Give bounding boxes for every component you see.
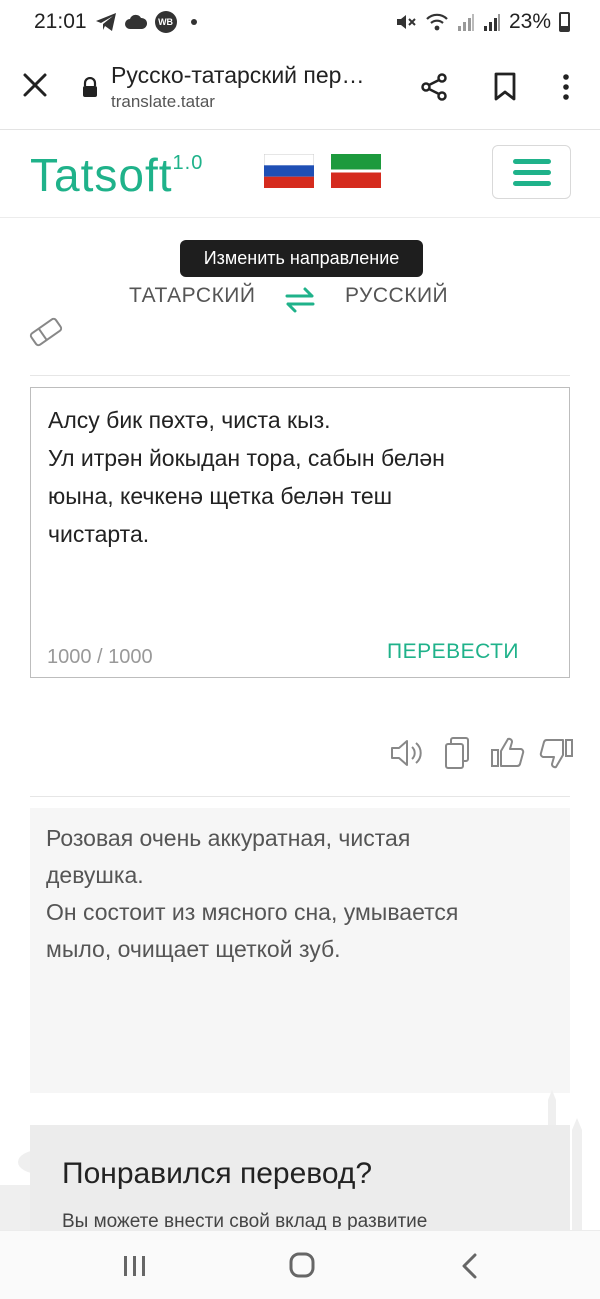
tatsoft-logo[interactable]: Tatsoft1.0 xyxy=(30,148,203,202)
swap-tooltip: Изменить направление xyxy=(180,240,423,277)
thumbs-up-icon[interactable] xyxy=(490,736,526,770)
bookmark-icon[interactable] xyxy=(492,72,518,102)
thumbs-down-icon[interactable] xyxy=(538,736,574,770)
system-nav-bar xyxy=(0,1230,600,1299)
russia-flag[interactable] xyxy=(264,154,314,188)
dot-icon xyxy=(190,19,197,25)
home-icon[interactable] xyxy=(282,1251,322,1281)
output-actions xyxy=(388,736,574,770)
wb-icon: WB xyxy=(154,11,177,33)
wifi-icon xyxy=(426,13,448,31)
signal-icon xyxy=(483,14,500,31)
signal-icon xyxy=(457,14,474,31)
char-counter: 1000 / 1000 xyxy=(47,646,153,668)
battery-level: 23% xyxy=(508,10,551,33)
source-text[interactable]: Алсу бик пөхтә, чиста кыз. Ул итрән йокы… xyxy=(48,401,558,553)
target-language[interactable]: РУССКИЙ xyxy=(345,284,448,308)
speaker-icon[interactable] xyxy=(388,736,424,770)
telegram-icon xyxy=(95,13,116,31)
feedback-promo: Понравился перевод? Вы можете внести сво… xyxy=(30,1125,570,1235)
divider xyxy=(30,796,570,797)
translate-button[interactable]: ПЕРЕВЕСТИ xyxy=(387,640,519,664)
source-language[interactable]: ТАТАРСКИЙ xyxy=(129,284,256,308)
hamburger-icon xyxy=(512,158,551,164)
translation-output: Розовая очень аккуратная, чистая девушка… xyxy=(30,808,570,1093)
logo-version: 1.0 xyxy=(172,152,204,174)
tatarstan-flag[interactable] xyxy=(331,154,381,188)
clock: 21:01 xyxy=(34,10,87,33)
more-icon[interactable] xyxy=(556,72,576,102)
promo-title: Понравился перевод? xyxy=(62,1157,373,1190)
battery-icon xyxy=(559,12,570,32)
mute-icon xyxy=(396,15,416,29)
menu-button[interactable] xyxy=(492,145,571,199)
close-icon[interactable] xyxy=(20,70,50,100)
browser-toolbar: Русско-татарский пер… translate.tatar xyxy=(0,44,600,130)
recents-icon[interactable] xyxy=(115,1251,155,1281)
page-title: Русско-татарский пер… xyxy=(111,62,365,88)
cloud-icon xyxy=(124,14,147,29)
status-bar: 21:01 WB 23% xyxy=(0,0,600,44)
back-icon[interactable] xyxy=(450,1251,490,1281)
swap-direction-icon[interactable] xyxy=(283,285,317,315)
site-header: Tatsoft1.0 xyxy=(0,130,600,218)
copy-icon[interactable] xyxy=(440,736,476,770)
divider xyxy=(30,375,570,376)
source-textarea[interactable]: Алсу бик пөхтә, чиста кыз. Ул итрән йокы… xyxy=(30,387,570,678)
translation-text: Розовая очень аккуратная, чистая девушка… xyxy=(46,825,459,962)
page-url: translate.tatar xyxy=(111,92,215,111)
share-icon[interactable] xyxy=(420,72,450,102)
eraser-icon[interactable] xyxy=(28,316,64,348)
address-bar[interactable]: Русско-татарский пер… translate.tatar xyxy=(111,62,364,112)
lock-icon xyxy=(83,77,97,97)
